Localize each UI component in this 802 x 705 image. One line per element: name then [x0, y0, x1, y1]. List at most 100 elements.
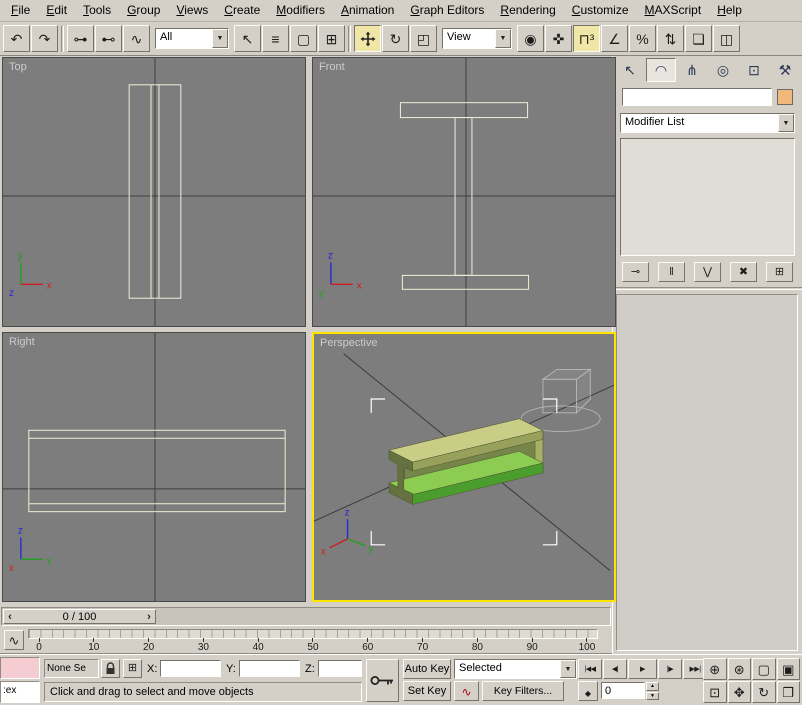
- go-to-start-button[interactable]: |◀◀: [578, 659, 602, 679]
- menu-item[interactable]: Group: [119, 0, 168, 21]
- pin-stack-button[interactable]: ⊸: [622, 262, 649, 282]
- edit-named-selection-sets-button[interactable]: ❏: [685, 25, 712, 52]
- menu-item[interactable]: Edit: [38, 0, 75, 21]
- viewport-front[interactable]: Front z x y: [312, 57, 616, 327]
- menu-item[interactable]: Modifiers: [268, 0, 333, 21]
- pan-button[interactable]: ✥: [727, 681, 751, 703]
- menu-item[interactable]: Tools: [75, 0, 119, 21]
- menu-item[interactable]: Create: [216, 0, 268, 21]
- time-slider-thumb[interactable]: ‹ 0 / 100 ›: [3, 609, 156, 624]
- selection-filter-dropdown[interactable]: All ▼: [155, 28, 229, 49]
- menu-item[interactable]: Views: [168, 0, 216, 21]
- time-slider-left-arrow-icon[interactable]: ‹: [4, 611, 16, 623]
- rectangular-selection-region-button[interactable]: ▢: [290, 25, 317, 52]
- set-keys-button[interactable]: [366, 659, 399, 702]
- spinner-snap-toggle[interactable]: ⇅: [657, 25, 684, 52]
- menu-item[interactable]: Rendering: [492, 0, 563, 21]
- maxscript-mini-listener[interactable]: :ex: [0, 681, 40, 703]
- menu-item[interactable]: Customize: [564, 0, 637, 21]
- viewport-right-label[interactable]: Right: [9, 336, 35, 348]
- absolute-offset-mode-toggle[interactable]: ⊞: [123, 659, 142, 678]
- menu-item[interactable]: Graph Editors: [402, 0, 492, 21]
- key-filter-selection-dropdown[interactable]: Selected ▼: [454, 659, 577, 679]
- select-by-name-button[interactable]: ≡: [262, 25, 289, 52]
- tab-modify[interactable]: ◠: [646, 58, 676, 82]
- viewport-top-label[interactable]: Top: [9, 61, 27, 73]
- viewport-top[interactable]: Top y x z: [2, 57, 306, 327]
- spinner-up-icon[interactable]: ▲: [646, 682, 659, 691]
- viewport-front-label[interactable]: Front: [319, 61, 345, 73]
- percent-snap-toggle[interactable]: %: [629, 25, 656, 52]
- redo-icon: ↷: [38, 30, 51, 47]
- min-max-toggle-button[interactable]: ❒: [776, 681, 800, 703]
- trackbar-ruler[interactable]: 0 10 20 30 40 50 60 70 80 90 100: [28, 629, 598, 653]
- configure-modifier-sets-button[interactable]: ⊞: [766, 262, 793, 282]
- region-zoom-button[interactable]: ⊡: [703, 681, 727, 703]
- key-mode-toggle-button[interactable]: ◆: [578, 681, 598, 701]
- tab-motion[interactable]: ◎: [708, 58, 738, 82]
- chevron-down-icon[interactable]: ▼: [778, 114, 794, 132]
- show-end-result-button[interactable]: ‖: [658, 262, 685, 282]
- maxscript-macro-recorder-pane[interactable]: [0, 657, 40, 679]
- object-color-swatch[interactable]: [777, 89, 793, 105]
- remove-modifier-button[interactable]: ✖: [730, 262, 757, 282]
- menu-item[interactable]: File: [3, 0, 38, 21]
- make-unique-button[interactable]: ⋁: [694, 262, 721, 282]
- tab-create[interactable]: ↖: [615, 58, 645, 82]
- viewport-right[interactable]: Right z y x: [2, 332, 306, 602]
- auto-key-button[interactable]: Auto Key: [403, 659, 451, 679]
- unlink-selection-button[interactable]: ⊷: [95, 25, 122, 52]
- viewport-perspective-label[interactable]: Perspective: [320, 337, 377, 349]
- zoom-all-button[interactable]: ⊛: [727, 658, 751, 680]
- chevron-down-icon[interactable]: ▼: [212, 29, 228, 48]
- use-pivot-point-center-button[interactable]: ◉: [517, 25, 544, 52]
- trackbar-tick-label: 100: [577, 639, 597, 653]
- tab-utilities[interactable]: ⚒: [770, 58, 800, 82]
- select-and-move-button[interactable]: [354, 25, 381, 52]
- time-slider-right-arrow-icon[interactable]: ›: [143, 611, 155, 623]
- chevron-down-icon[interactable]: ▼: [495, 29, 511, 48]
- chevron-down-icon[interactable]: ▼: [560, 660, 576, 678]
- menu-item[interactable]: Help: [709, 0, 750, 21]
- x-coordinate-field[interactable]: [160, 660, 221, 677]
- tab-display[interactable]: ⊡: [739, 58, 769, 82]
- select-and-link-button[interactable]: ⊶: [67, 25, 94, 52]
- previous-frame-button[interactable]: ◀|: [603, 659, 627, 679]
- menu-item[interactable]: Animation: [333, 0, 402, 21]
- select-object-button[interactable]: ↖: [234, 25, 261, 52]
- play-button[interactable]: ▶: [628, 659, 657, 679]
- object-name-field[interactable]: [622, 88, 772, 106]
- select-and-rotate-button[interactable]: ↻: [382, 25, 409, 52]
- snaps-toggle[interactable]: ⊓³: [573, 25, 600, 52]
- arc-rotate-button[interactable]: ↻: [752, 681, 776, 703]
- modifier-list-dropdown[interactable]: Modifier List ▼: [620, 113, 795, 133]
- modifier-stack-list[interactable]: [620, 138, 795, 256]
- angle-snap-toggle[interactable]: ∠: [601, 25, 628, 52]
- z-coordinate-field[interactable]: [318, 660, 362, 677]
- select-and-scale-button[interactable]: ◰: [410, 25, 437, 52]
- bind-to-space-warp-button[interactable]: ∿: [123, 25, 150, 52]
- spinner-down-icon[interactable]: ▼: [646, 691, 659, 700]
- select-and-manipulate-button[interactable]: ✜: [545, 25, 572, 52]
- key-filters-button[interactable]: Key Filters...: [482, 681, 564, 701]
- open-mini-curve-editor-button[interactable]: ∿: [4, 630, 24, 650]
- current-frame-field[interactable]: [601, 682, 645, 699]
- set-key-mode-button[interactable]: Set Key: [403, 681, 451, 701]
- y-coordinate-field[interactable]: [239, 660, 300, 677]
- next-frame-button[interactable]: |▶: [658, 659, 682, 679]
- window-crossing-toggle[interactable]: ⊞: [318, 25, 345, 52]
- new-key-tangent-button[interactable]: ∿: [454, 681, 479, 701]
- time-slider-track[interactable]: ‹ 0 / 100 ›: [1, 607, 611, 626]
- zoom-button[interactable]: ⊕: [703, 658, 727, 680]
- menu-item[interactable]: MAXScript: [637, 0, 710, 21]
- tab-hierarchy[interactable]: ⋔: [677, 58, 707, 82]
- zoom-extents-button[interactable]: ▢: [752, 658, 776, 680]
- zoom-extents-all-button[interactable]: ▣: [776, 658, 800, 680]
- redo-button[interactable]: ↷: [31, 25, 58, 52]
- mirror-button[interactable]: ◫: [713, 25, 740, 52]
- svg-text:y: y: [319, 288, 324, 299]
- selection-lock-toggle[interactable]: [101, 659, 120, 678]
- undo-button[interactable]: ↶: [3, 25, 30, 52]
- reference-coordinate-system-dropdown[interactable]: View ▼: [442, 28, 512, 49]
- viewport-perspective[interactable]: Perspective z x y: [312, 332, 616, 602]
